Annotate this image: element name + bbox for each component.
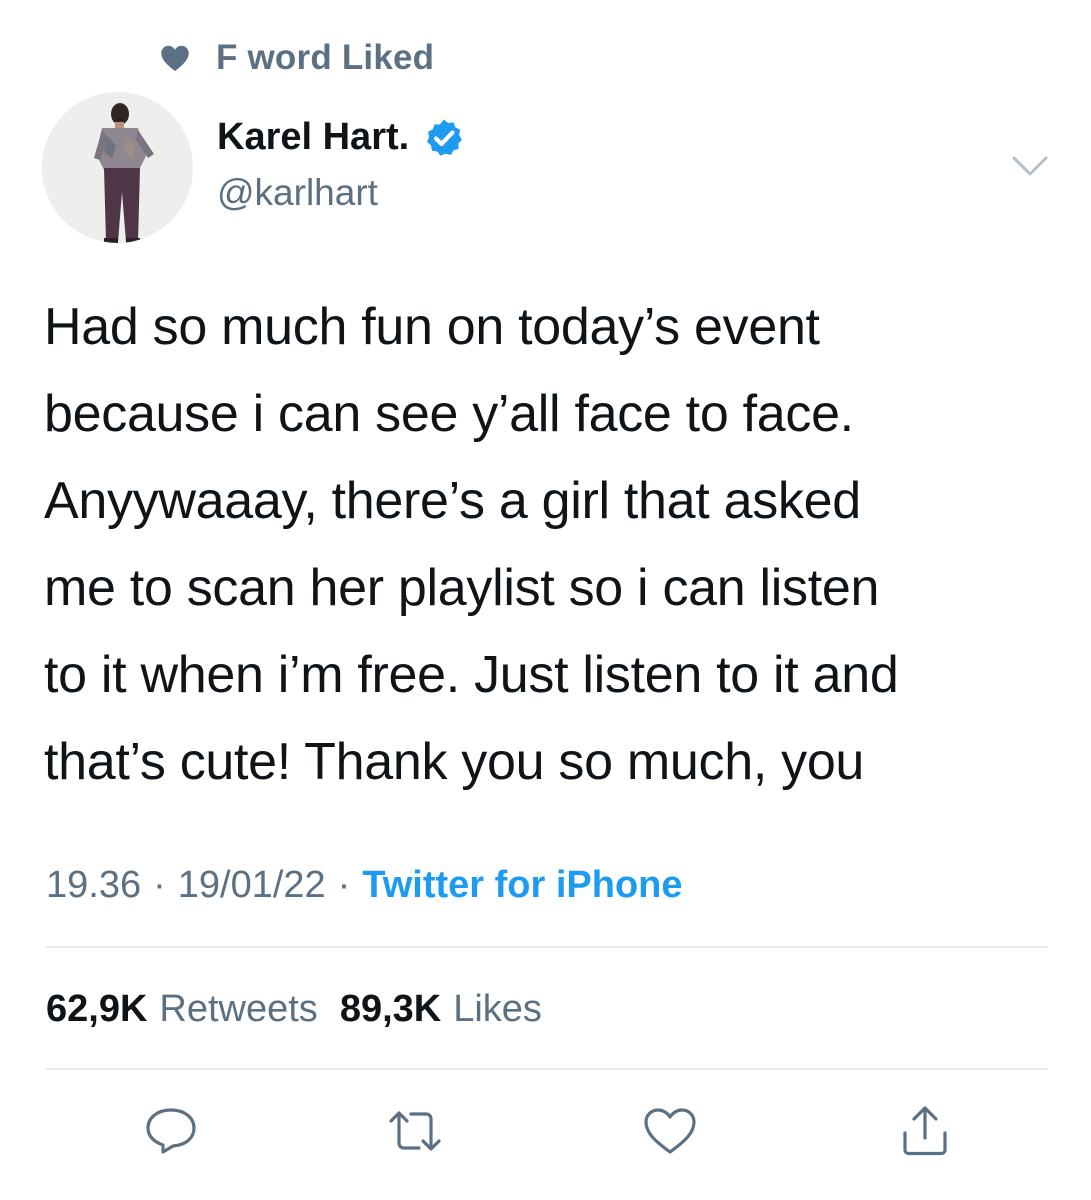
meta-separator: · xyxy=(337,864,351,906)
share-icon[interactable] xyxy=(896,1105,954,1157)
tweet-stats: 62,9K Retweets 89,3K Likes xyxy=(46,988,564,1031)
tweet-date[interactable]: 19/01/22 xyxy=(178,864,326,907)
avatar[interactable] xyxy=(42,92,193,243)
retweets-count[interactable]: 62,9K xyxy=(46,988,147,1031)
author-name-text[interactable]: Karel Hart. xyxy=(217,116,409,159)
tweet-text: Had so much fun on today’s event because… xyxy=(44,298,899,791)
chevron-down-icon[interactable] xyxy=(1008,152,1052,182)
likes-count[interactable]: 89,3K xyxy=(340,988,441,1031)
retweet-icon[interactable] xyxy=(386,1105,444,1157)
author-handle[interactable]: @karlhart xyxy=(217,172,378,214)
like-icon[interactable] xyxy=(641,1105,699,1157)
verified-badge-icon xyxy=(427,119,463,156)
avatar-photo xyxy=(42,92,193,243)
social-context[interactable]: F word Liked xyxy=(160,36,434,80)
tweet-meta: 19.36 · 19/01/22 · Twitter for iPhone xyxy=(46,864,683,907)
meta-separator: · xyxy=(153,864,166,906)
heart-icon xyxy=(161,45,189,72)
retweets-label[interactable]: Retweets xyxy=(159,988,317,1031)
reply-icon[interactable] xyxy=(142,1105,200,1157)
author-name[interactable]: Karel Hart. xyxy=(217,116,465,159)
liked-by-text: F word Liked xyxy=(216,38,435,77)
divider xyxy=(46,946,1048,948)
likes-label[interactable]: Likes xyxy=(453,988,542,1031)
tweet-source-link[interactable]: Twitter for iPhone xyxy=(362,864,682,907)
tweet-time: 19.36 xyxy=(46,864,142,906)
divider xyxy=(46,1068,1048,1070)
